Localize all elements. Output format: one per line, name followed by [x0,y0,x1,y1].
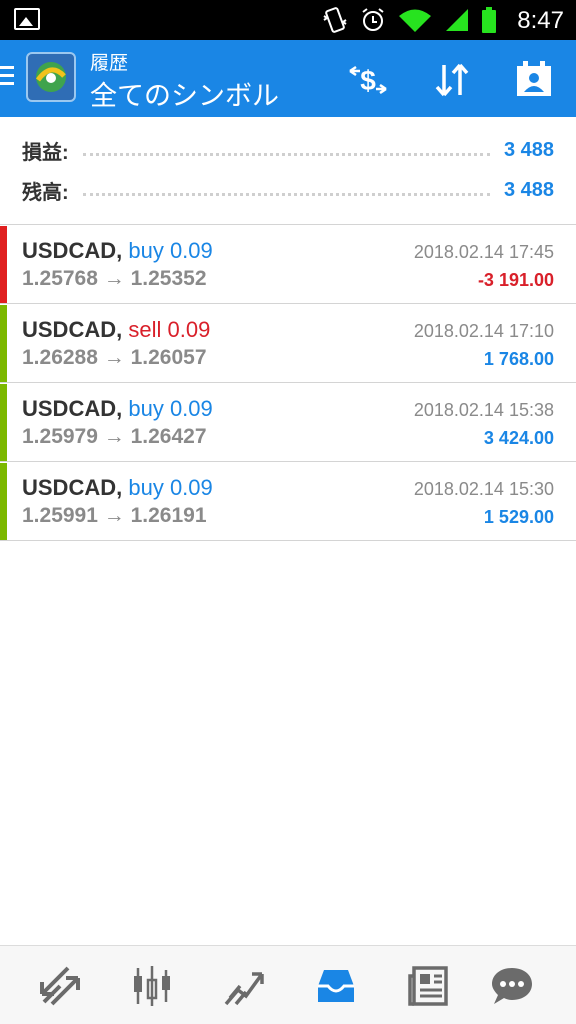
news-icon[interactable] [404,962,452,1010]
deal-prices: 1.25991 → 1.26191 [22,504,207,527]
app-logo[interactable] [26,52,76,102]
deal-direction: sell 0.09 [128,317,211,342]
profit-label: 損益: [22,141,69,164]
alarm-icon [362,8,384,31]
deal-symbol: USDCAD, sell 0.09 [22,317,211,342]
deal-time: 2018.02.14 17:10 [413,321,554,341]
profit-row: 損益: 3 488 [22,130,554,170]
deal-profit: 3 424.00 [483,428,554,448]
deal-symbol: USDCAD, buy 0.09 [22,238,213,263]
chart-icon[interactable] [128,962,176,1010]
app-bar: 履歴 全てのシンボル $ [0,40,576,117]
deal-row[interactable]: USDCAD, buy 0.09 1.25979 → 1.26427 2018.… [0,384,576,462]
vibrate-icon [323,7,347,33]
balance-row: 残高: 3 488 [22,170,554,210]
wifi-icon [399,9,431,32]
deal-prices: 1.25979 → 1.26427 [22,425,207,448]
app-subtitle: 履歴 [90,53,129,74]
profit-indicator-bar [0,384,7,461]
chat-icon[interactable] [488,962,536,1010]
deal-row[interactable]: USDCAD, sell 0.09 1.26288 → 1.26057 2018… [0,305,576,383]
profit-indicator-bar [0,226,7,303]
bottom-nav [0,945,576,1024]
history-icon[interactable] [312,962,360,1010]
image-icon [14,8,40,30]
deal-time: 2018.02.14 15:30 [413,479,554,499]
profit-indicator-bar [0,463,7,540]
deal-profit: -3 191.00 [477,270,554,290]
balance-value: 3 488 [503,178,554,201]
deal-row[interactable]: USDCAD, buy 0.09 1.25768 → 1.25352 2018.… [0,226,576,304]
signal-icon [446,9,468,31]
status-icons [322,6,496,34]
deal-profit: 1 529.00 [483,507,554,527]
clock: 8:47 [517,7,564,34]
sort-icon[interactable] [430,58,474,102]
status-bar: 8:47 [0,0,576,40]
profit-indicator-bar [0,305,7,382]
dot-leader [82,184,490,196]
profit-value: 3 488 [503,138,554,161]
deal-profit: 1 768.00 [483,349,554,369]
quotes-icon[interactable] [36,962,84,1010]
trade-icon[interactable] [220,962,268,1010]
deal-time: 2018.02.14 17:45 [413,242,554,262]
deal-prices: 1.26288 → 1.26057 [22,346,207,369]
deal-direction: buy 0.09 [128,238,213,263]
deal-time: 2018.02.14 15:38 [413,400,554,420]
deal-symbol: USDCAD, buy 0.09 [22,396,213,421]
dot-leader [82,144,490,156]
deal-direction: buy 0.09 [128,475,213,500]
svg-text:$: $ [360,65,376,96]
deal-prices: 1.25768 → 1.25352 [22,267,207,290]
summary-panel: 損益: 3 488 残高: 3 488 [0,117,576,225]
battery-icon [482,7,496,33]
deal-direction: buy 0.09 [128,396,213,421]
contact-calendar-icon[interactable] [512,58,556,102]
menu-icon[interactable] [0,66,14,88]
page-title[interactable]: 全てのシンボル [90,74,279,113]
deal-row[interactable]: USDCAD, buy 0.09 1.25991 → 1.26191 2018.… [0,463,576,541]
deal-symbol: USDCAD, buy 0.09 [22,475,213,500]
currency-exchange-icon[interactable]: $ [346,58,390,102]
balance-label: 残高: [22,181,69,204]
